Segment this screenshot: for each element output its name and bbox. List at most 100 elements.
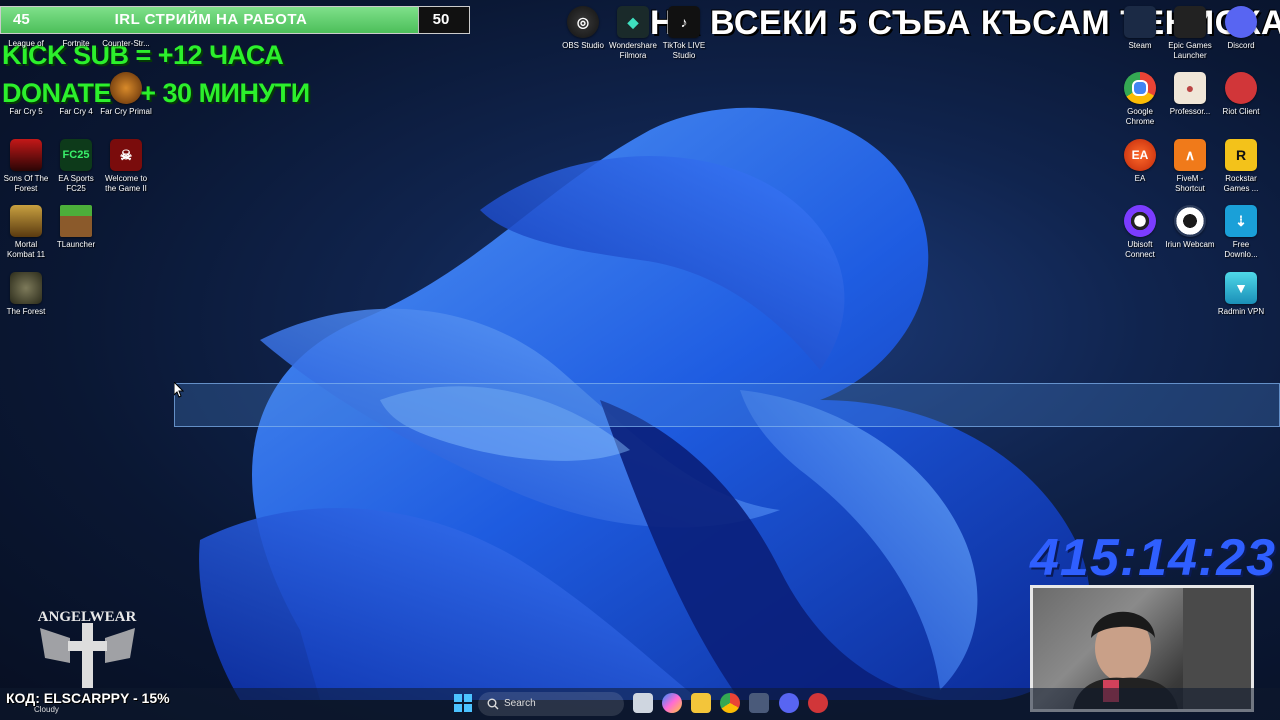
task-view-icon[interactable]	[633, 693, 653, 713]
skull-icon: ☠	[110, 139, 142, 171]
icon-label: Counter-Str...	[102, 39, 150, 48]
icon-label: Professor...	[1169, 107, 1211, 116]
desktop-icon-tiktok[interactable]: ♪ TikTok LIVE Studio	[658, 6, 710, 61]
icon-label: Far Cry 5	[9, 107, 43, 116]
icon-label: Far Cry 4	[59, 107, 93, 116]
cat-icon: ●	[1174, 72, 1206, 104]
desktop-icon-epic[interactable]: Epic Games Launcher	[1164, 6, 1216, 61]
icon-label: Riot Client	[1222, 107, 1260, 116]
goal-target-value: 50	[432, 11, 450, 28]
start-button[interactable]	[453, 693, 473, 713]
icon-label: Steam	[1128, 41, 1152, 50]
desktop-icon-mortal-kombat[interactable]: Mortal Kombat 11	[0, 205, 52, 260]
desktop-icon-far-cry-4[interactable]: Far Cry 4	[50, 104, 102, 117]
desktop-icon-chrome[interactable]: Google Chrome	[1114, 72, 1166, 127]
weather-widget[interactable]: Cloudy	[34, 705, 59, 714]
obs-icon: ◎	[567, 6, 599, 38]
icon-label: Google Chrome	[1125, 107, 1155, 126]
desktop-icon-ea[interactable]: EA EA	[1114, 139, 1166, 184]
ea-fc25-icon: FC25	[60, 139, 92, 171]
search-icon	[487, 698, 499, 710]
desktop-icon-sons-of-the-forest[interactable]: Sons Of The Forest	[0, 139, 52, 194]
file-explorer-icon[interactable]	[691, 693, 711, 713]
desktop-icon-filmora[interactable]: ◆ Wondershare Filmora	[607, 6, 659, 61]
icon-label: Iriun Webcam	[1165, 240, 1215, 249]
desktop-icon-professor[interactable]: ● Professor...	[1164, 72, 1216, 117]
icon-label: Welcome to the Game II	[104, 174, 148, 193]
sons-of-the-forest-icon	[10, 139, 42, 171]
stream-goal-bar: 45 IRL СТРИЙМ НА РАБОТА 50	[0, 6, 470, 34]
search-placeholder: Search	[504, 698, 536, 709]
riot-taskbar-icon[interactable]	[808, 693, 828, 713]
desktop-icon-far-cry-primal[interactable]: Far Cry Primal	[100, 72, 152, 117]
epic-games-icon	[1174, 6, 1206, 38]
icon-label: EA Sports FC25	[58, 174, 94, 193]
tiktok-icon: ♪	[668, 6, 700, 38]
radmin-vpn-icon: ▼	[1225, 272, 1257, 304]
icon-label: Wondershare Filmora	[609, 41, 657, 60]
chrome-icon	[1124, 72, 1156, 104]
store-icon[interactable]	[749, 693, 769, 713]
desktop-icon-discord[interactable]: Discord	[1215, 6, 1267, 51]
icon-label: TLauncher	[56, 240, 96, 249]
filmora-icon: ◆	[617, 6, 649, 38]
desktop-icon-league[interactable]: League of	[0, 36, 52, 49]
webcam-icon	[1174, 205, 1206, 237]
icon-label: Mortal Kombat 11	[6, 240, 46, 259]
rockstar-icon: R	[1225, 139, 1257, 171]
icon-label: Epic Games Launcher	[1168, 41, 1212, 60]
desktop-icon-the-forest[interactable]: The Forest	[0, 272, 52, 317]
taskbar-search[interactable]: Search	[478, 692, 624, 716]
icon-label: Free Downlo...	[1224, 240, 1258, 259]
desktop-icon-fivem[interactable]: ∧ FiveM - Shortcut	[1164, 139, 1216, 194]
desktop-icon-rockstar[interactable]: R Rockstar Games ...	[1215, 139, 1267, 194]
desktop-icon-steam[interactable]: Steam	[1114, 6, 1166, 51]
desktop-icon-radmin[interactable]: ▼ Radmin VPN	[1215, 272, 1267, 317]
steam-icon	[1124, 6, 1156, 38]
desktop-icon-fortnite[interactable]: Fortnite	[50, 36, 102, 49]
desktop-icon-ubisoft[interactable]: Ubisoft Connect	[1114, 205, 1166, 260]
discord-icon	[1225, 6, 1257, 38]
download-icon: ⇣	[1225, 205, 1257, 237]
chrome-taskbar-icon[interactable]	[720, 693, 740, 713]
copilot-icon[interactable]	[662, 693, 682, 713]
fivem-icon: ∧	[1174, 139, 1206, 171]
icon-label: Radmin VPN	[1217, 307, 1265, 316]
desktop-icon-ea-fc25[interactable]: FC25 EA Sports FC25	[50, 139, 102, 194]
goal-title: IRL СТРИЙМ НА РАБОТА	[114, 11, 308, 28]
icon-label: Far Cry Primal	[100, 107, 152, 116]
desktop-icon-free-download[interactable]: ⇣ Free Downlo...	[1215, 205, 1267, 260]
desktop-icon-welcome-game[interactable]: ☠ Welcome to the Game II	[100, 139, 152, 194]
icon-label: TikTok LIVE Studio	[662, 41, 706, 60]
desktop-icon-counter-strike[interactable]: Counter-Str...	[100, 36, 152, 49]
ea-icon: EA	[1124, 139, 1156, 171]
icon-label: Rockstar Games ...	[1223, 174, 1259, 193]
icon-label: FiveM - Shortcut	[1175, 174, 1205, 193]
mouse-cursor-icon	[174, 382, 184, 398]
selection-rectangle	[174, 383, 1280, 427]
desktop-icon-riot[interactable]: Riot Client	[1215, 72, 1267, 117]
the-forest-icon	[10, 272, 42, 304]
icon-label: OBS Studio	[562, 41, 604, 50]
icon-label: Fortnite	[62, 39, 90, 48]
promo-code-text: КОД: ELSCARPPY - 15%	[6, 690, 170, 706]
grass-block-icon	[60, 205, 92, 237]
icon-label: Discord	[1227, 41, 1255, 50]
windows-logo-icon	[454, 694, 472, 712]
icon-label: League of	[8, 39, 44, 48]
desktop-icon-iriun[interactable]: Iriun Webcam	[1164, 205, 1216, 250]
riot-fist-icon	[1225, 72, 1257, 104]
subathon-timer: 415:14:23	[1030, 529, 1277, 587]
desktop-icon-obs[interactable]: ◎ OBS Studio	[557, 6, 609, 51]
icon-label: The Forest	[6, 307, 46, 316]
ubisoft-icon	[1124, 205, 1156, 237]
far-cry-primal-icon	[110, 72, 142, 104]
icon-label: Sons Of The Forest	[3, 174, 49, 193]
icon-label: EA	[1134, 174, 1146, 183]
desktop-icon-far-cry-5[interactable]: Far Cry 5	[0, 104, 52, 117]
icon-label: Ubisoft Connect	[1125, 240, 1155, 259]
desktop-icon-tlauncher[interactable]: TLauncher	[50, 205, 102, 250]
mortal-kombat-icon	[10, 205, 42, 237]
discord-taskbar-icon[interactable]	[779, 693, 799, 713]
angelwear-logo: ANGELWEAR	[30, 603, 145, 693]
